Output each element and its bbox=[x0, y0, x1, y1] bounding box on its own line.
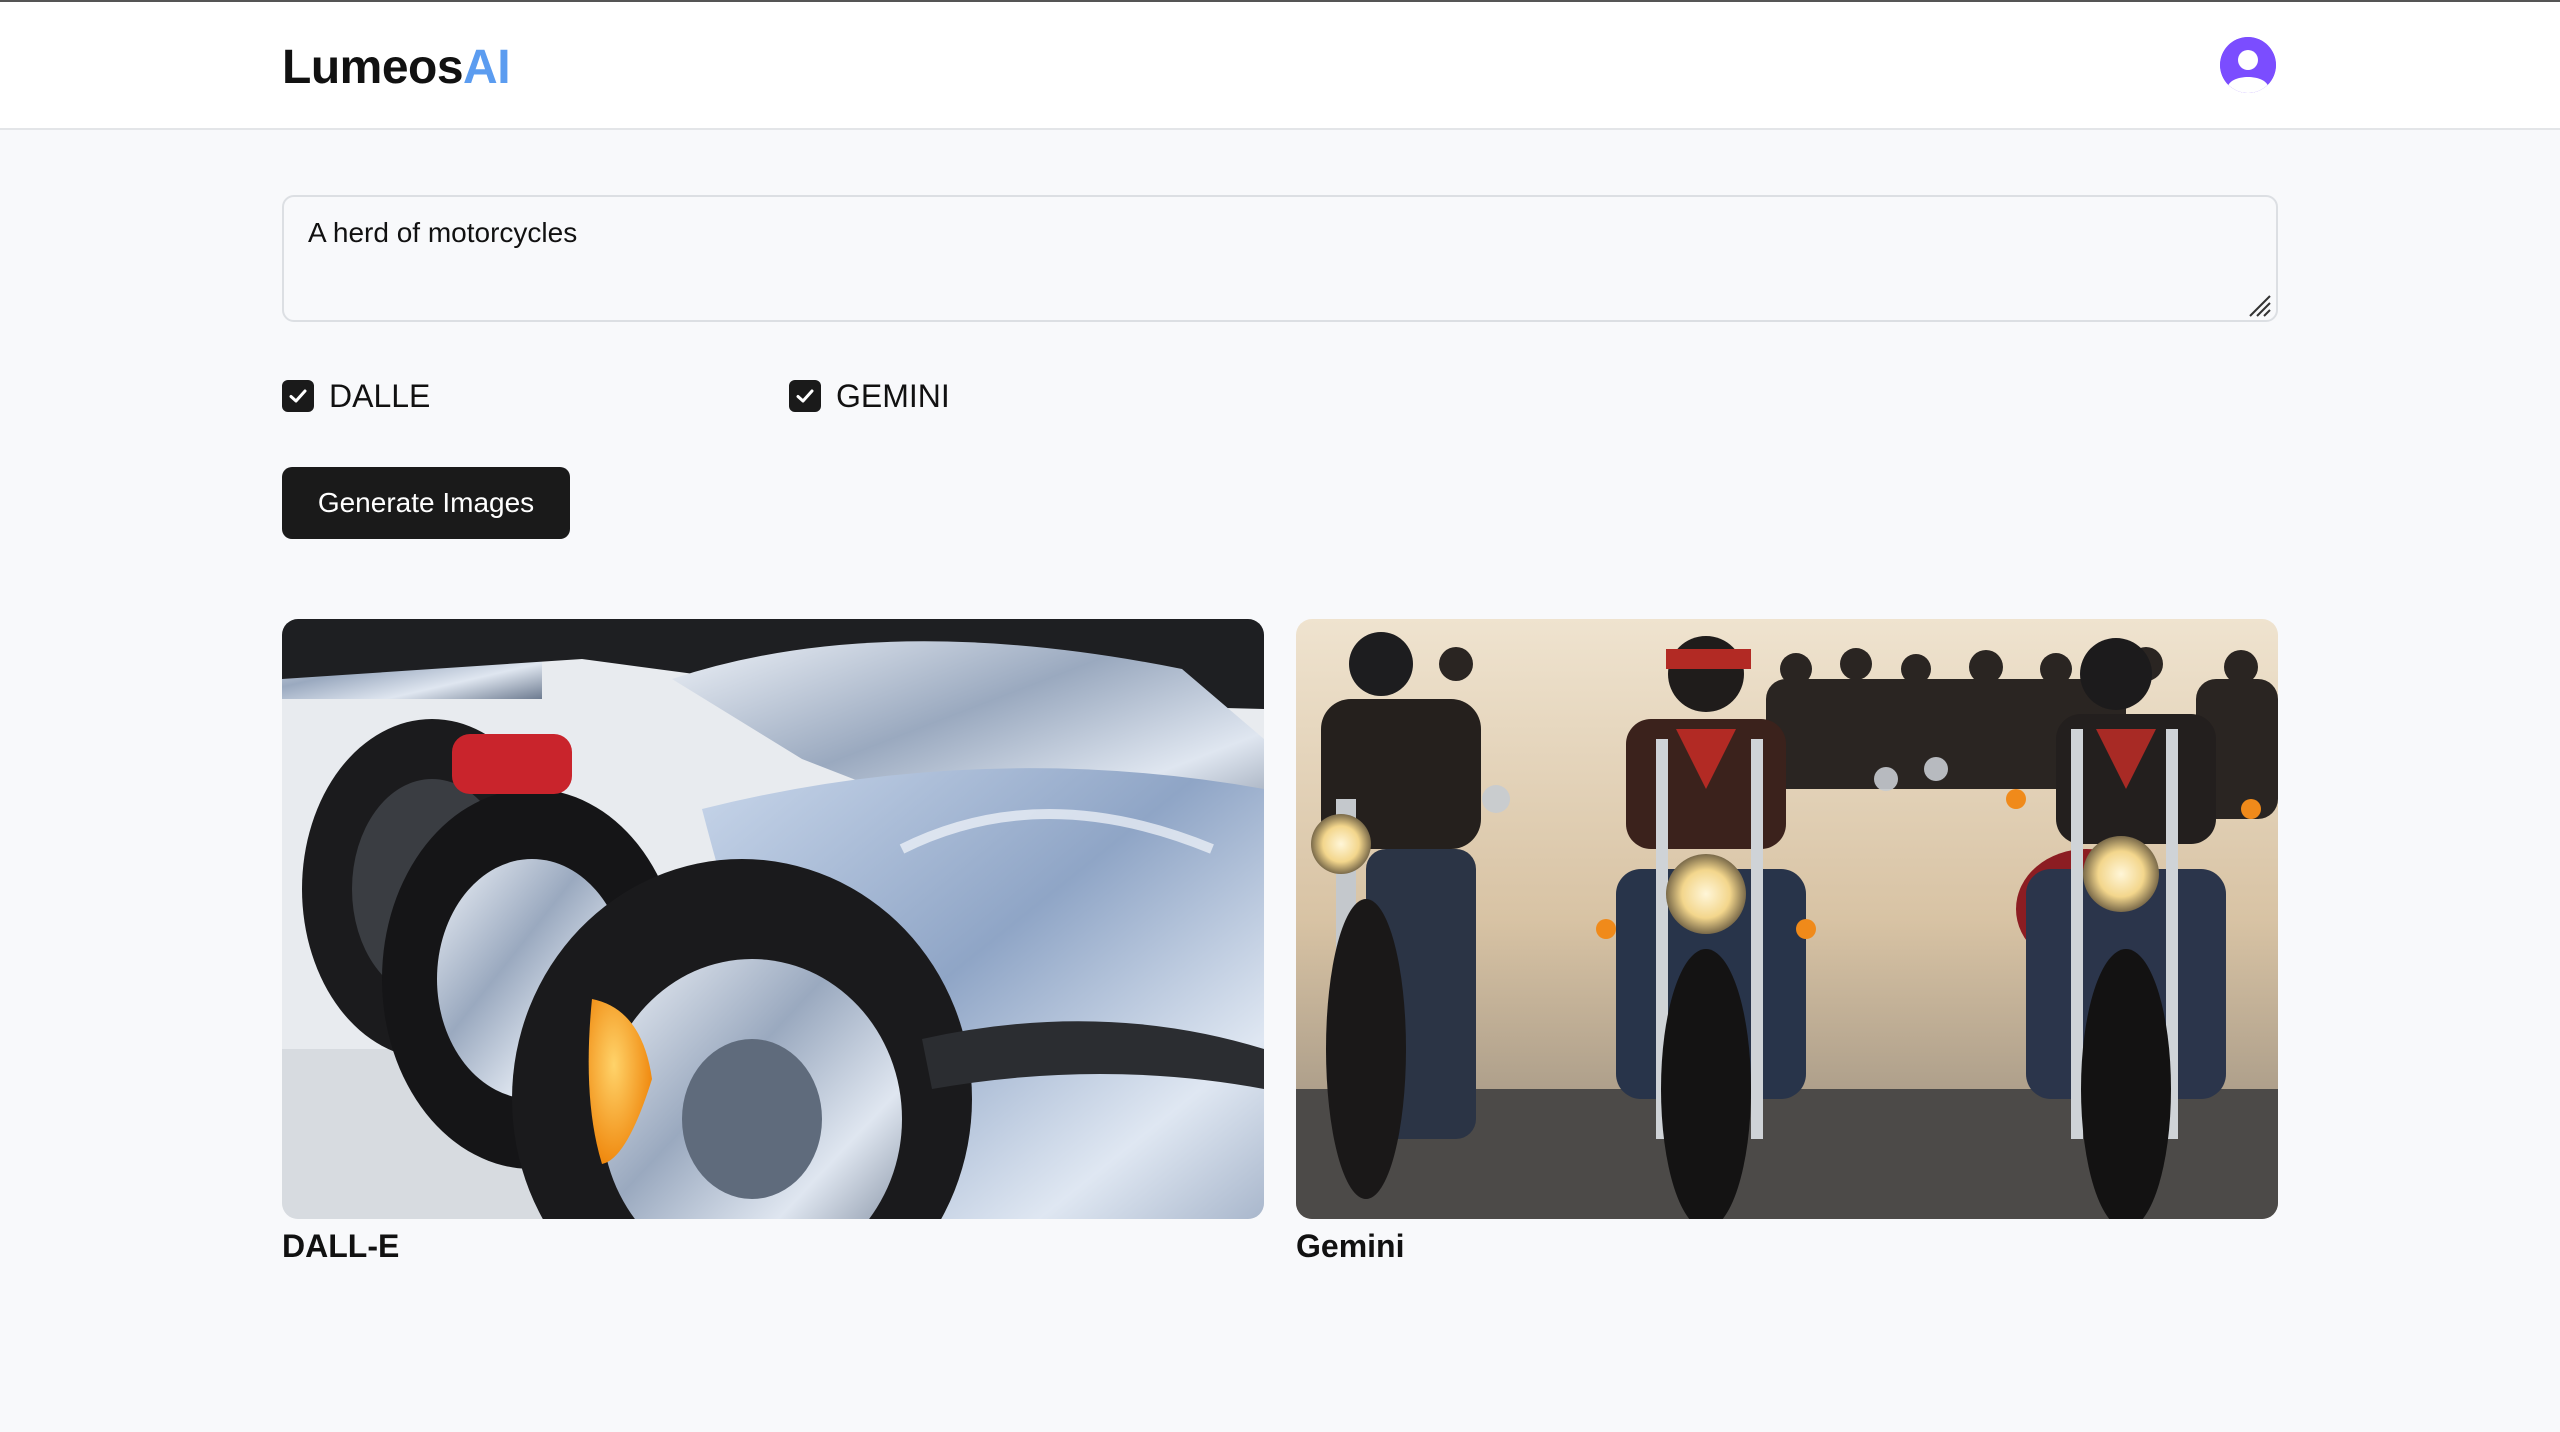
brand-name-accent: AI bbox=[463, 41, 511, 94]
dalle-caption: DALL-E bbox=[282, 1228, 400, 1264]
prompt-input[interactable] bbox=[282, 195, 2278, 322]
dalle-label: DALLE bbox=[329, 378, 431, 414]
brand-logo[interactable]: LumeosAI bbox=[282, 38, 511, 98]
gemini-label: GEMINI bbox=[836, 378, 950, 414]
brand-name-main: Lumeos bbox=[282, 41, 464, 94]
generate-images-button[interactable]: Generate Images bbox=[282, 467, 570, 539]
gemini-result-image bbox=[1296, 619, 2278, 1219]
checkbox-checked-icon[interactable] bbox=[282, 380, 314, 412]
app-header: LumeosAI bbox=[0, 2, 2560, 130]
user-avatar-icon[interactable] bbox=[2220, 37, 2276, 93]
dalle-result-image bbox=[282, 619, 1264, 1219]
gemini-caption: Gemini bbox=[1296, 1228, 1405, 1264]
resize-handle-icon[interactable] bbox=[2246, 292, 2272, 318]
dalle-checkbox[interactable]: DALLE bbox=[282, 376, 430, 416]
checkbox-checked-icon[interactable] bbox=[789, 380, 821, 412]
gemini-checkbox[interactable]: GEMINI bbox=[789, 376, 950, 416]
